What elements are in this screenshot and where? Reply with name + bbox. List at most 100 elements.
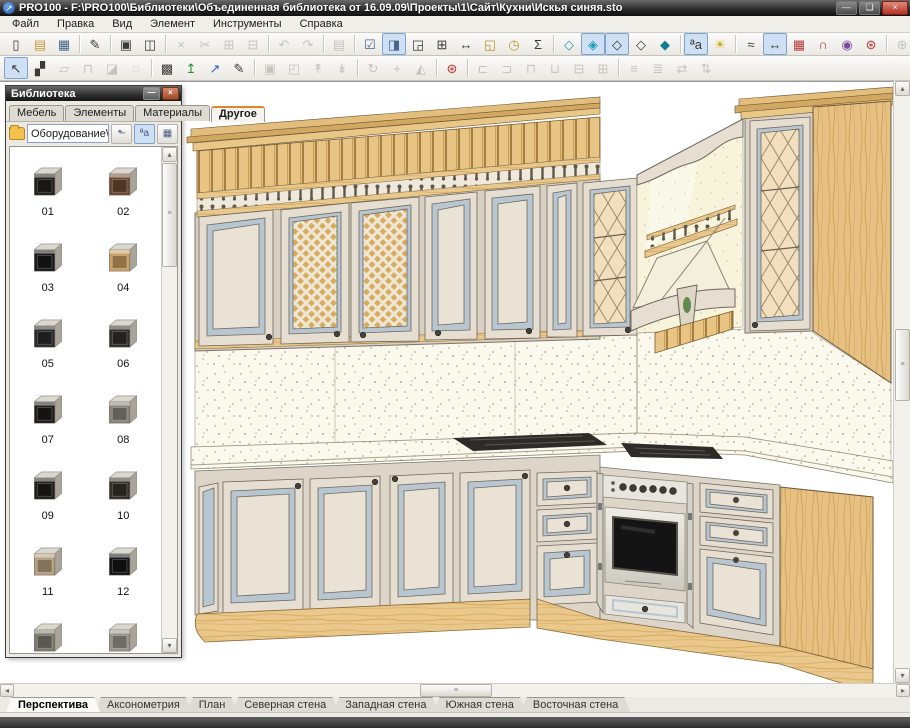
library-item[interactable]: 10 [86, 457, 162, 533]
library-tab[interactable]: Элементы [65, 105, 134, 121]
calculate-sum-button[interactable]: Σ [526, 33, 550, 55]
element-properties-button[interactable]: ▤ [327, 33, 351, 55]
horizontal-scrollbar[interactable]: ◂ ≡ ▸ [0, 683, 910, 697]
separator[interactable] [618, 59, 619, 77]
base-cabinets-left[interactable] [195, 455, 600, 621]
separator[interactable] [79, 35, 80, 53]
redo-button[interactable]: ↷ [296, 33, 320, 55]
vertical-scrollbar[interactable]: ▴ ≡ ▾ [893, 81, 910, 683]
horizontal-scroll-thumb[interactable]: ≡ [420, 684, 492, 697]
price-list-button[interactable]: ◷ [502, 33, 526, 55]
select-mode-button[interactable]: ↗ [203, 57, 227, 79]
snap-grid-button[interactable]: ▩ [155, 57, 179, 79]
center-horizontal-button[interactable]: ⊟ [567, 57, 591, 79]
separator[interactable] [268, 35, 269, 53]
library-tab[interactable]: Другое [211, 106, 265, 122]
snap-magnet-button[interactable]: ∩ [811, 33, 835, 55]
bring-forward-button[interactable]: ↟ [306, 57, 330, 79]
textures-button[interactable]: ≈ [739, 33, 763, 55]
library-close-button[interactable]: × [162, 87, 179, 100]
align-top-button[interactable]: ⊓ [519, 57, 543, 79]
view-tab[interactable]: Северная стена [232, 697, 338, 712]
menu-item[interactable]: Справка [292, 17, 351, 31]
library-scrollbar[interactable]: ▴ ≡ ▾ [161, 147, 177, 653]
library-item[interactable]: 02 [86, 153, 162, 229]
insert-element-button[interactable]: ↥ [179, 57, 203, 79]
separator[interactable] [467, 59, 468, 77]
project-properties-button[interactable]: ☑ [358, 33, 382, 55]
up-one-level-button[interactable]: ⬑ [111, 124, 132, 144]
view-solid-button[interactable]: ◆ [653, 33, 677, 55]
separator[interactable] [735, 35, 736, 53]
show-dimensions-button[interactable]: ↔ [454, 33, 478, 55]
scroll-right-arrow[interactable]: ▸ [896, 684, 910, 697]
align-right-button[interactable]: ⊐ [495, 57, 519, 79]
library-item[interactable]: 09 [10, 457, 86, 533]
center-vertical-button[interactable]: ⊞ [591, 57, 615, 79]
counter-tool-button[interactable]: ⊓ [76, 57, 100, 79]
library-scroll-up[interactable]: ▴ [162, 147, 177, 162]
distribute-horizontal-button[interactable]: ≡ [622, 57, 646, 79]
new-document-button[interactable]: ▯ [4, 33, 28, 55]
send-back-button[interactable]: ↡ [330, 57, 354, 79]
view-wireframe-button[interactable]: ◇ [557, 33, 581, 55]
separator[interactable] [151, 59, 152, 77]
library-item[interactable]: 13 [10, 609, 86, 654]
zoom-in-button[interactable]: ⊕ [890, 33, 910, 55]
move-object-button[interactable]: + [385, 57, 409, 79]
object-structure-button[interactable]: ⊞ [430, 33, 454, 55]
library-item[interactable]: 08 [86, 381, 162, 457]
library-minimize-button[interactable]: — [143, 87, 160, 100]
show-hints-button[interactable]: ◱ [478, 33, 502, 55]
thumbnail-view-button[interactable]: ▦ [157, 124, 178, 144]
render-button[interactable]: ⊛ [859, 33, 883, 55]
distribute-vertical-button[interactable]: ≣ [646, 57, 670, 79]
delete-button[interactable]: × [169, 33, 193, 55]
sort-by-name-button[interactable]: ªa [134, 124, 155, 144]
separator[interactable] [553, 35, 554, 53]
rotate-object-button[interactable]: ↻ [361, 57, 385, 79]
menu-item[interactable]: Элемент [142, 17, 203, 31]
show-report-panel-button[interactable]: ◨ [382, 33, 406, 55]
separator[interactable] [680, 35, 681, 53]
library-tab[interactable]: Материалы [135, 105, 210, 121]
open-project-button[interactable]: ▤ [28, 33, 52, 55]
select-tool-button[interactable]: ↖ [4, 57, 28, 79]
ungroup-objects-button[interactable]: ◰ [282, 57, 306, 79]
library-item[interactable]: 14 [86, 609, 162, 654]
library-path-combo[interactable]: Оборудование\Духовки ▾ [27, 124, 109, 143]
stretch-width-button[interactable]: ⇄ [670, 57, 694, 79]
separator[interactable] [886, 35, 887, 53]
undo-button[interactable]: ↶ [272, 33, 296, 55]
close-button[interactable]: × [882, 1, 908, 15]
separator[interactable] [323, 35, 324, 53]
library-item[interactable]: 04 [86, 229, 162, 305]
view-tab[interactable]: Аксонометрия [95, 697, 192, 712]
library-tab[interactable]: Мебель [9, 105, 64, 121]
menu-item[interactable]: Инструменты [205, 17, 290, 31]
save-project-button[interactable]: ▦ [52, 33, 76, 55]
mirror-object-button[interactable]: ◭ [409, 57, 433, 79]
vertical-scroll-thumb[interactable]: ≡ [895, 329, 910, 401]
library-item[interactable]: 01 [10, 153, 86, 229]
measure-tool-button[interactable]: ◌ [124, 57, 148, 79]
scroll-down-arrow[interactable]: ▾ [895, 668, 910, 683]
library-scroll-down[interactable]: ▾ [162, 638, 177, 653]
menu-item[interactable]: Правка [49, 17, 102, 31]
library-item[interactable]: 03 [10, 229, 86, 305]
wall-tool-button[interactable]: ▞ [28, 57, 52, 79]
separator[interactable] [165, 35, 166, 53]
restore-button[interactable]: ❏ [859, 1, 880, 15]
view-tab[interactable]: Западная стена [333, 697, 438, 712]
library-item[interactable]: 11 [10, 533, 86, 609]
stretch-height-button[interactable]: ⇅ [694, 57, 718, 79]
grid-button[interactable]: ▦ [787, 33, 811, 55]
library-item[interactable]: 12 [86, 533, 162, 609]
edit-shape-button[interactable]: ✎ [227, 57, 251, 79]
view-shaded-button[interactable]: ◈ [581, 33, 605, 55]
group-objects-button[interactable]: ▣ [258, 57, 282, 79]
scroll-left-arrow[interactable]: ◂ [0, 684, 14, 697]
print-preview-button[interactable]: ◫ [138, 33, 162, 55]
minimize-button[interactable]: — [836, 1, 857, 15]
edit-element-button[interactable]: ✎ [83, 33, 107, 55]
